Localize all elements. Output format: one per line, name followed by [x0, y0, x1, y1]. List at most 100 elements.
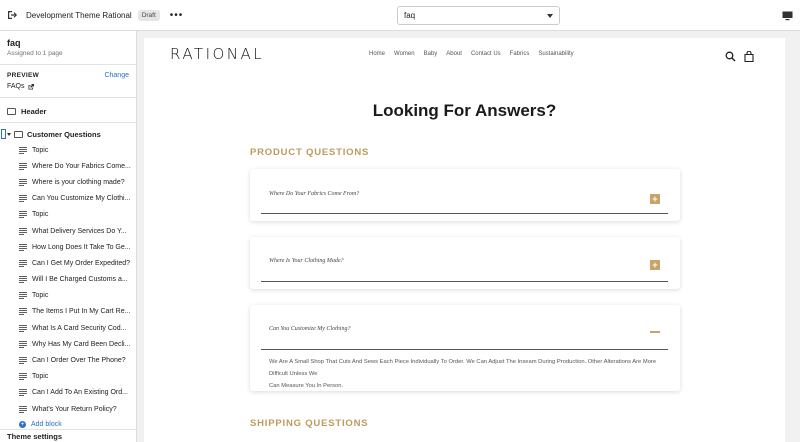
theme-settings-link[interactable]: Theme settings: [0, 429, 136, 442]
expand-plus-icon[interactable]: +: [650, 194, 660, 204]
site-logo[interactable]: RATIONAL: [170, 45, 264, 63]
faq-card-expanded[interactable]: Can You Customize My Clothing? We Are A …: [250, 305, 680, 391]
text-block-icon: [19, 357, 27, 365]
preview-row: PREVIEW Change: [7, 72, 129, 79]
block-label: Can I Order Over The Phone?: [32, 357, 126, 365]
block-label: Can I Get My Order Expedited?: [32, 259, 131, 267]
divider: [0, 64, 136, 65]
block-label: Can You Customize My Clothi...: [32, 195, 131, 203]
block-label: Topic: [32, 211, 49, 219]
block-label: What Is A Card Security Cod...: [32, 324, 127, 332]
text-block-icon: [19, 259, 27, 267]
faq-question: Where Do Your Fabrics Come From?: [269, 191, 360, 197]
collapse-minus-icon[interactable]: [650, 331, 660, 333]
change-preview-link[interactable]: Change: [104, 72, 129, 79]
nav-link[interactable]: Fabrics: [510, 51, 530, 57]
external-link-icon: [28, 83, 34, 89]
nav-link[interactable]: Baby: [424, 51, 438, 57]
editor-sidebar: faq Assigned to 1 page PREVIEW Change FA…: [0, 31, 137, 442]
block-label: What's Your Return Policy?: [32, 405, 117, 413]
section-icon: [7, 107, 16, 115]
faq-card[interactable]: Where Do Your Fabrics Come From? +: [250, 169, 680, 221]
block-item[interactable]: Can I Get My Order Expedited?: [0, 255, 136, 271]
block-item[interactable]: Topic: [0, 142, 136, 158]
page-template-select[interactable]: faq: [397, 6, 560, 25]
text-block-icon: [19, 292, 27, 300]
block-item[interactable]: Topic: [0, 207, 136, 223]
template-assignment: Assigned to 1 page: [7, 50, 63, 57]
text-block-icon: [19, 389, 27, 397]
section-customer-questions[interactable]: Customer Questions: [0, 126, 136, 142]
block-item[interactable]: How Long Does It Take To Ge...: [0, 239, 136, 255]
text-block-icon: [19, 211, 27, 219]
nav-link[interactable]: Contact Us: [471, 51, 501, 57]
section-icon: [14, 130, 23, 138]
faq-card[interactable]: Where Is Your Clothing Made? +: [250, 237, 680, 289]
nav-link[interactable]: Sustainability: [538, 51, 573, 57]
nav-link[interactable]: Women: [394, 51, 415, 57]
preview-page-label: FAQs: [7, 83, 25, 90]
text-block-icon: [19, 178, 27, 186]
faq-question: Can You Customize My Clothing?: [269, 326, 351, 332]
block-label: Why Has My Card Been Decli...: [32, 340, 131, 348]
draft-badge: Draft: [137, 9, 160, 21]
block-item[interactable]: Where Do Your Fabrics Come...: [0, 158, 136, 174]
text-block-icon: [19, 276, 27, 284]
collapse-triangle-icon[interactable]: [7, 132, 11, 136]
text-block-icon: [19, 227, 27, 235]
text-block-icon: [19, 405, 27, 413]
block-item[interactable]: Why Has My Card Been Decli...: [0, 336, 136, 352]
expand-plus-icon[interactable]: +: [650, 260, 660, 270]
faq-answer: We Are A Small Shop That Cuts And Sews E…: [269, 356, 660, 392]
nav-link[interactable]: Home: [369, 51, 385, 57]
section-header[interactable]: Header: [0, 103, 136, 119]
block-label: Can I Add To An Existing Ord...: [32, 389, 128, 397]
block-label: Topic: [32, 146, 49, 154]
block-label: Where is your clothing made?: [32, 178, 125, 186]
text-block-icon: [19, 162, 27, 170]
add-block-label: Add block: [31, 420, 62, 428]
shipping-questions-title: SHIPPING QUESTIONS: [250, 418, 369, 429]
more-actions-button[interactable]: •••: [170, 10, 184, 21]
block-item[interactable]: Topic: [0, 369, 136, 385]
nav-link[interactable]: About: [446, 51, 462, 57]
template-title: faq: [7, 38, 21, 48]
preview-label: PREVIEW: [7, 72, 40, 79]
block-list: Topic Where Do Your Fabrics Come... Where …: [0, 142, 136, 417]
divider: [261, 281, 668, 282]
exit-icon[interactable]: [4, 7, 20, 23]
focus-indicator: [1, 129, 6, 139]
block-item[interactable]: Can I Add To An Existing Ord...: [0, 385, 136, 401]
divider: [261, 349, 668, 350]
divider: [261, 213, 668, 214]
cart-icon[interactable]: [744, 49, 755, 63]
block-item[interactable]: What Delivery Services Do Y...: [0, 223, 136, 239]
block-label: The Items I Put In My Cart Re...: [32, 308, 131, 316]
main-nav: Home Women Baby About Contact Us Fabrics Susta…: [369, 51, 574, 57]
product-questions-title: PRODUCT QUESTIONS: [250, 147, 370, 158]
desktop-view-icon[interactable]: [782, 8, 796, 22]
block-item[interactable]: What Is A Card Security Cod...: [0, 320, 136, 336]
theme-name: Development Theme Rational: [26, 10, 132, 20]
preview-page-link[interactable]: FAQs: [7, 83, 136, 90]
block-item[interactable]: Where is your clothing made?: [0, 174, 136, 190]
block-item[interactable]: Topic: [0, 288, 136, 304]
faq-answer-line: Can Measure You In Person.: [269, 383, 344, 389]
text-block-icon: [19, 324, 27, 332]
block-label: Topic: [32, 373, 49, 381]
text-block-icon: [19, 340, 27, 348]
text-block-icon: [19, 243, 27, 251]
page-heading: Looking For Answers?: [372, 101, 557, 120]
block-item[interactable]: Can You Customize My Clothi...: [0, 191, 136, 207]
block-item[interactable]: What's Your Return Policy?: [0, 401, 136, 417]
block-item[interactable]: The Items I Put In My Cart Re...: [0, 304, 136, 320]
faq-question: Where Is Your Clothing Made?: [269, 258, 344, 264]
section-label: Header: [21, 106, 47, 116]
text-block-icon: [19, 146, 27, 154]
block-label: Topic: [32, 292, 49, 300]
search-icon[interactable]: [725, 49, 736, 62]
storefront-preview: RATIONAL Home Women Baby About Contact Us Fab…: [144, 38, 785, 442]
block-item[interactable]: Can I Order Over The Phone?: [0, 352, 136, 368]
plus-circle-icon: +: [19, 420, 26, 428]
block-item[interactable]: Will I Be Charged Customs a...: [0, 272, 136, 288]
